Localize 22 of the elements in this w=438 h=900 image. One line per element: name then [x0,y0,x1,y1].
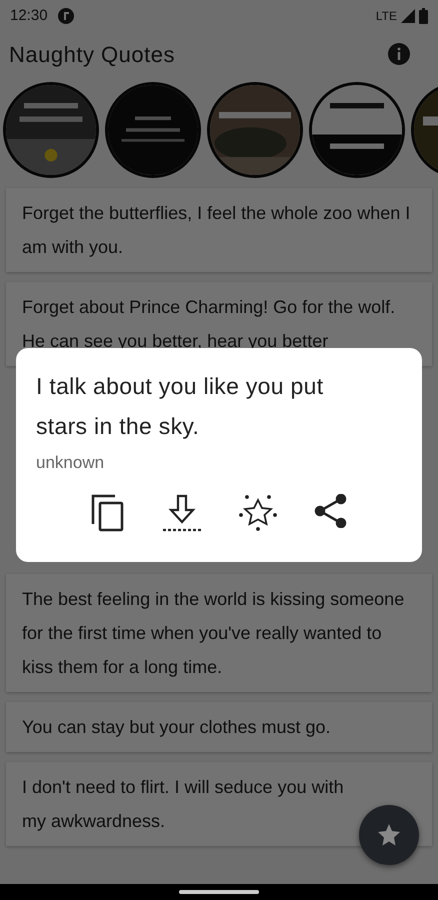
quote-text: The best feeling in the world is kissing someone for the first time when you've really wanted to kiss them for a long time. [22,588,406,679]
quote-text: You can stay but your clothes must go. [22,716,332,739]
app-title: Naughty Quotes [9,40,175,69]
quote-card[interactable]: I don't need to flirt. I will seduce you with my awkwardness. [6,762,432,846]
quote-card[interactable]: The best feeling in the world is kissing someone for the first time when you've really wanted to kiss them for a long time. [6,574,432,692]
info-icon[interactable] [388,43,410,65]
network-type: LTE [376,8,397,25]
status-time: 12:30 [10,6,48,26]
dialog-quote: I talk about you like you put stars in the sky. [36,372,324,441]
home-handle[interactable] [179,890,259,894]
quote-author: unknown [36,452,106,474]
star-icon [376,822,402,848]
battery-icon [419,8,428,24]
copy-icon[interactable] [90,494,124,532]
quote-text: I don't need to flirt. I will seduce you with my awkwardness. [22,776,345,833]
star-icon[interactable] [238,494,276,532]
signal-icon [401,9,415,23]
quote-text: Forget the butterflies, I feel the whole zoo when I am with you. [22,202,412,259]
download-icon[interactable] [162,494,202,532]
quote-card[interactable]: Forget the butterflies, I feel the whole zoo when I am with you. [6,188,432,272]
quote-card[interactable]: You can stay but your clothes must go. [6,702,432,752]
share-icon[interactable] [314,494,348,528]
